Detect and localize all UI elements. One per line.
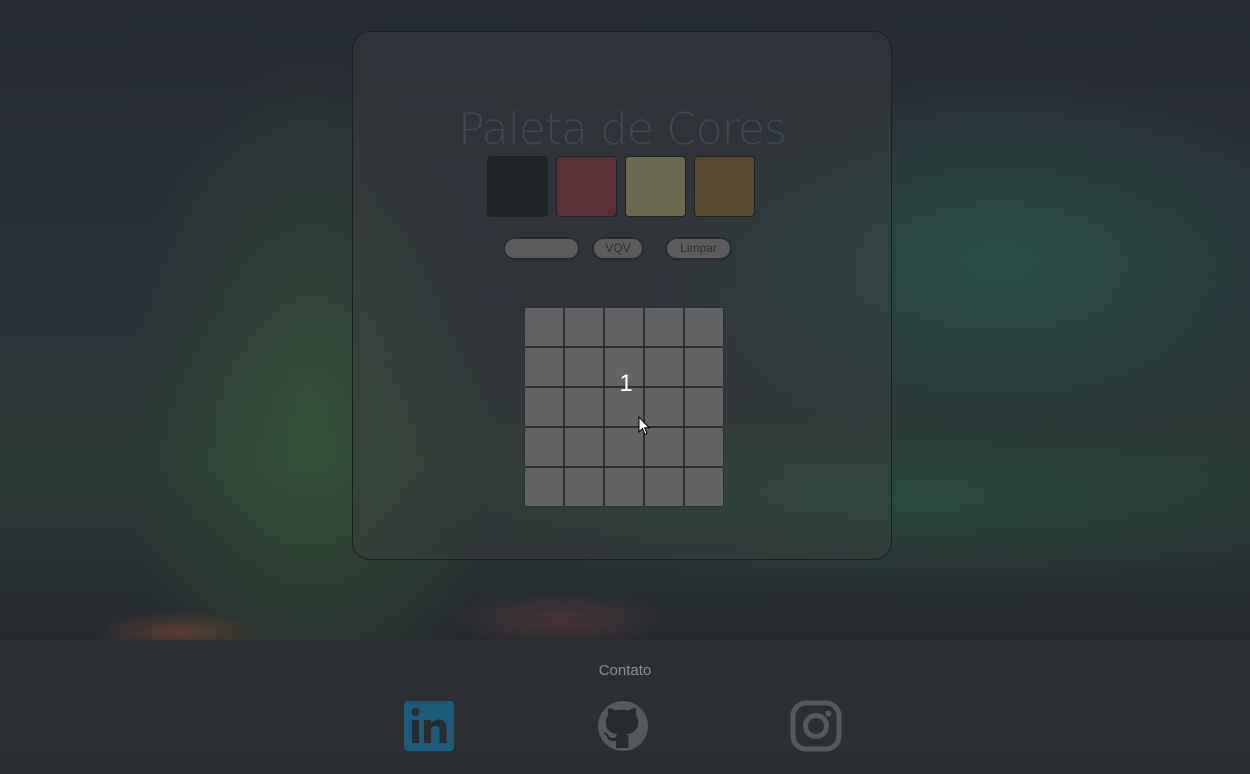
overlay-number: 1 bbox=[619, 370, 633, 397]
pixel[interactable] bbox=[644, 427, 684, 467]
pixel[interactable] bbox=[644, 387, 684, 427]
pixel[interactable] bbox=[684, 467, 724, 507]
page-title: Paleta de Cores bbox=[458, 104, 787, 155]
pixel[interactable] bbox=[644, 347, 684, 387]
color-palette bbox=[487, 156, 755, 217]
pixel[interactable] bbox=[564, 467, 604, 507]
palette-color-3[interactable] bbox=[625, 156, 686, 217]
vqv-button[interactable]: VQV bbox=[592, 237, 644, 260]
contact-label: Contato bbox=[598, 662, 652, 679]
pixel-board bbox=[524, 307, 724, 507]
github-icon[interactable] bbox=[597, 700, 649, 752]
pixel[interactable] bbox=[684, 427, 724, 467]
pixel[interactable] bbox=[524, 467, 564, 507]
pixel[interactable] bbox=[684, 347, 724, 387]
clear-board-button[interactable]: Limpar bbox=[665, 237, 732, 260]
pixel[interactable] bbox=[684, 387, 724, 427]
linkedin-icon[interactable] bbox=[403, 700, 455, 752]
pixel[interactable] bbox=[524, 307, 564, 347]
pixel[interactable] bbox=[524, 427, 564, 467]
board-size-input[interactable] bbox=[503, 237, 580, 260]
pixel[interactable] bbox=[644, 467, 684, 507]
palette-color-black[interactable] bbox=[487, 156, 548, 217]
pixel[interactable] bbox=[564, 427, 604, 467]
pixel[interactable] bbox=[684, 307, 724, 347]
controls-row: VQV Limpar bbox=[503, 237, 733, 261]
pixel[interactable] bbox=[564, 307, 604, 347]
pixel[interactable] bbox=[524, 387, 564, 427]
pixel[interactable] bbox=[524, 347, 564, 387]
pixel[interactable] bbox=[604, 307, 644, 347]
instagram-icon[interactable] bbox=[790, 700, 842, 752]
palette-card: Paleta de Cores VQV Limpar bbox=[352, 31, 892, 560]
pixel[interactable] bbox=[564, 347, 604, 387]
palette-color-4[interactable] bbox=[694, 156, 755, 217]
palette-color-2[interactable] bbox=[556, 156, 617, 217]
pixel[interactable] bbox=[604, 467, 644, 507]
pixel[interactable] bbox=[644, 307, 684, 347]
pixel[interactable] bbox=[564, 387, 604, 427]
mouse-cursor-icon bbox=[638, 416, 650, 436]
